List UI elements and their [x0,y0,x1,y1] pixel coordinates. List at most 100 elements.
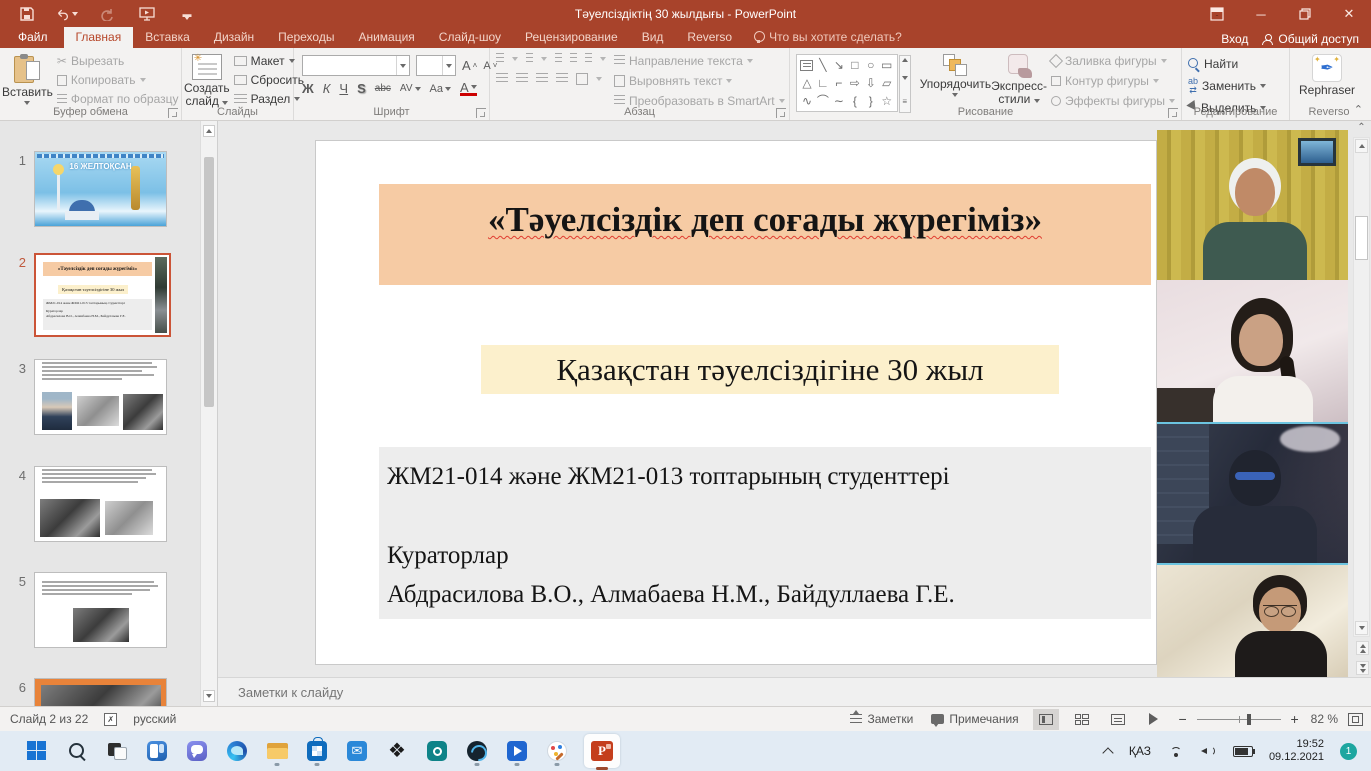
drawing-dialog-launcher[interactable] [1168,108,1178,118]
mail-button[interactable]: ✉ [344,736,370,766]
tab-design[interactable]: Дизайн [202,27,266,48]
wifi-icon[interactable] [1167,744,1185,758]
previous-slide-button[interactable] [1356,641,1369,655]
notes-toggle-button[interactable]: Заметки [846,710,917,728]
slide-thumbnail-2-selected[interactable]: «Тәуелсіздік деп соғады жүрегіміз» Қазақ… [34,253,171,337]
find-button[interactable]: Найти [1188,56,1266,72]
microsoft-store-button[interactable] [304,736,330,766]
undo-button[interactable] [56,4,78,24]
meeting-app-button[interactable] [424,736,450,766]
zoom-percentage[interactable]: 82 % [1311,712,1338,726]
slide-thumbnail-5[interactable] [34,572,167,648]
font-size-combobox[interactable] [416,55,456,76]
fit-slide-to-window-button[interactable] [1348,713,1363,726]
slide-subtitle-textbox[interactable]: Қазақстан тәуелсіздігіне 30 жыл [481,345,1059,394]
save-button[interactable] [16,4,38,24]
shapes-gallery[interactable]: ╲ ↘ □ ○ ▭ △ ∟ ⌐ ⇨ ⇩ ▱ ∿ ⌒ ∼ { } ☆ ≡ [796,54,898,112]
slide-body-textbox[interactable]: ЖМ21-014 және ЖМ21-013 топтарының студен… [379,447,1151,619]
thumbnail-scrollbar[interactable] [200,121,217,706]
chat-button[interactable] [184,736,210,766]
scrollbar-thumb[interactable] [1355,216,1368,260]
slide-thumbnail-4[interactable] [34,466,167,542]
paste-button[interactable]: Вставить [2,51,53,105]
slide-counter[interactable]: Слайд 2 из 22 [10,712,88,726]
shapes-gallery-scrollbar[interactable]: ≡ [899,55,911,113]
slide-thumbnail-3[interactable] [34,359,167,435]
slide-sorter-view-button[interactable] [1069,709,1095,730]
scroll-down-button[interactable] [1355,621,1368,635]
underline-button[interactable]: Ч [339,81,348,96]
slideshow-view-button[interactable] [1141,709,1167,730]
tab-view[interactable]: Вид [630,27,676,48]
normal-view-button[interactable] [1033,709,1059,730]
battery-icon[interactable] [1233,746,1253,757]
scroll-up-button[interactable] [1355,139,1368,153]
next-slide-button[interactable] [1356,661,1369,675]
comments-toggle-button[interactable]: Примечания [927,710,1022,728]
thumbnail-scroll-down-button[interactable] [203,690,215,702]
thumbnail-scrollbar-thumb[interactable] [204,157,214,407]
rephraser-button[interactable]: ✒ Rephraser [1292,51,1362,97]
close-button[interactable]: ✕ [1327,0,1371,28]
replace-button[interactable]: ab⇄ Заменить [1188,78,1266,94]
quick-styles-button[interactable]: Экспресс-стили [991,51,1047,106]
zoom-out-button[interactable]: − [1177,711,1189,727]
change-case-button[interactable]: Aa [430,83,451,95]
widgets-button[interactable] [144,736,170,766]
grow-font-button[interactable]: A˄ [462,58,477,73]
slide-thumbnail-1[interactable]: 16 ЖЕЛТОҚСАН [34,151,167,227]
tab-slideshow[interactable]: Слайд-шоу [427,27,513,48]
powerpoint-button[interactable]: P [584,734,620,768]
tab-reverso[interactable]: Reverso [675,27,744,48]
slide-thumbnail-6[interactable] [34,678,167,706]
font-color-button[interactable]: А [460,82,477,96]
notes-pane[interactable]: Заметки к слайду [218,677,1371,706]
font-name-combobox[interactable] [302,55,410,76]
edge-button[interactable] [224,736,250,766]
start-slideshow-button[interactable] [136,4,158,24]
task-view-button[interactable] [104,736,130,766]
thumbnail-scroll-up-button[interactable] [203,125,215,137]
tab-review[interactable]: Рецензирование [513,27,630,48]
new-slide-button[interactable]: Создатьслайд [184,51,230,108]
clipboard-dialog-launcher[interactable] [168,108,178,118]
paint-3d-button[interactable] [544,736,570,766]
customize-qat-button[interactable]: ▬ [176,4,198,24]
video-feed-participant-3[interactable] [1157,424,1348,565]
zoom-slider-thumb[interactable] [1247,714,1251,725]
paragraph-dialog-launcher[interactable] [776,108,786,118]
slide-canvas[interactable]: «Тәуелсіздік деп соғады жүрегіміз» Қазақ… [315,140,1157,665]
notification-badge[interactable]: 1 [1340,743,1357,760]
tab-transitions[interactable]: Переходы [266,27,346,48]
search-button[interactable] [64,736,90,766]
movies-tv-button[interactable] [504,736,530,766]
slide-title-textbox[interactable]: «Тәуелсіздік деп соғады жүрегіміз» [379,184,1151,285]
video-feed-participant-4[interactable] [1157,565,1348,677]
character-spacing-button[interactable]: AV [400,83,421,94]
tab-file[interactable]: Файл [2,27,64,48]
dropbox-button[interactable]: ❖ [384,736,410,766]
minimize-button[interactable]: ─ [1239,0,1283,28]
video-call-panel[interactable] [1157,130,1348,677]
keyboard-language[interactable]: ҚАЗ [1129,744,1151,758]
video-feed-participant-1[interactable] [1157,130,1348,280]
sign-in-button[interactable]: Вход [1221,32,1248,48]
tray-overflow-chevron-icon[interactable] [1103,746,1113,756]
collapse-ribbon-button[interactable]: ⌃ [1354,103,1363,116]
tab-insert[interactable]: Вставка [133,27,202,48]
video-feed-participant-2[interactable] [1157,280,1348,424]
zoom-in-button[interactable]: + [1289,711,1301,727]
share-button[interactable]: Общий доступ [1262,32,1359,48]
tab-home[interactable]: Главная [64,27,134,48]
tell-me-box[interactable]: Что вы хотите сделать? [744,27,912,48]
scrollbar-track[interactable] [1353,137,1370,637]
spell-check-icon[interactable]: ✗ [104,713,117,726]
strikethrough-button[interactable]: abc [375,83,391,94]
bold-button[interactable]: Ж [302,81,314,96]
restore-button[interactable] [1283,0,1327,28]
start-button[interactable] [24,736,50,766]
file-explorer-button[interactable] [264,736,290,766]
editor-scrollbar[interactable]: ⌃ [1353,121,1370,677]
font-dialog-launcher[interactable] [476,108,486,118]
slide-thumbnail-panel[interactable]: 1 16 ЖЕЛТОҚСАН 2 «Тәуелсіздік деп соғады… [0,121,218,706]
